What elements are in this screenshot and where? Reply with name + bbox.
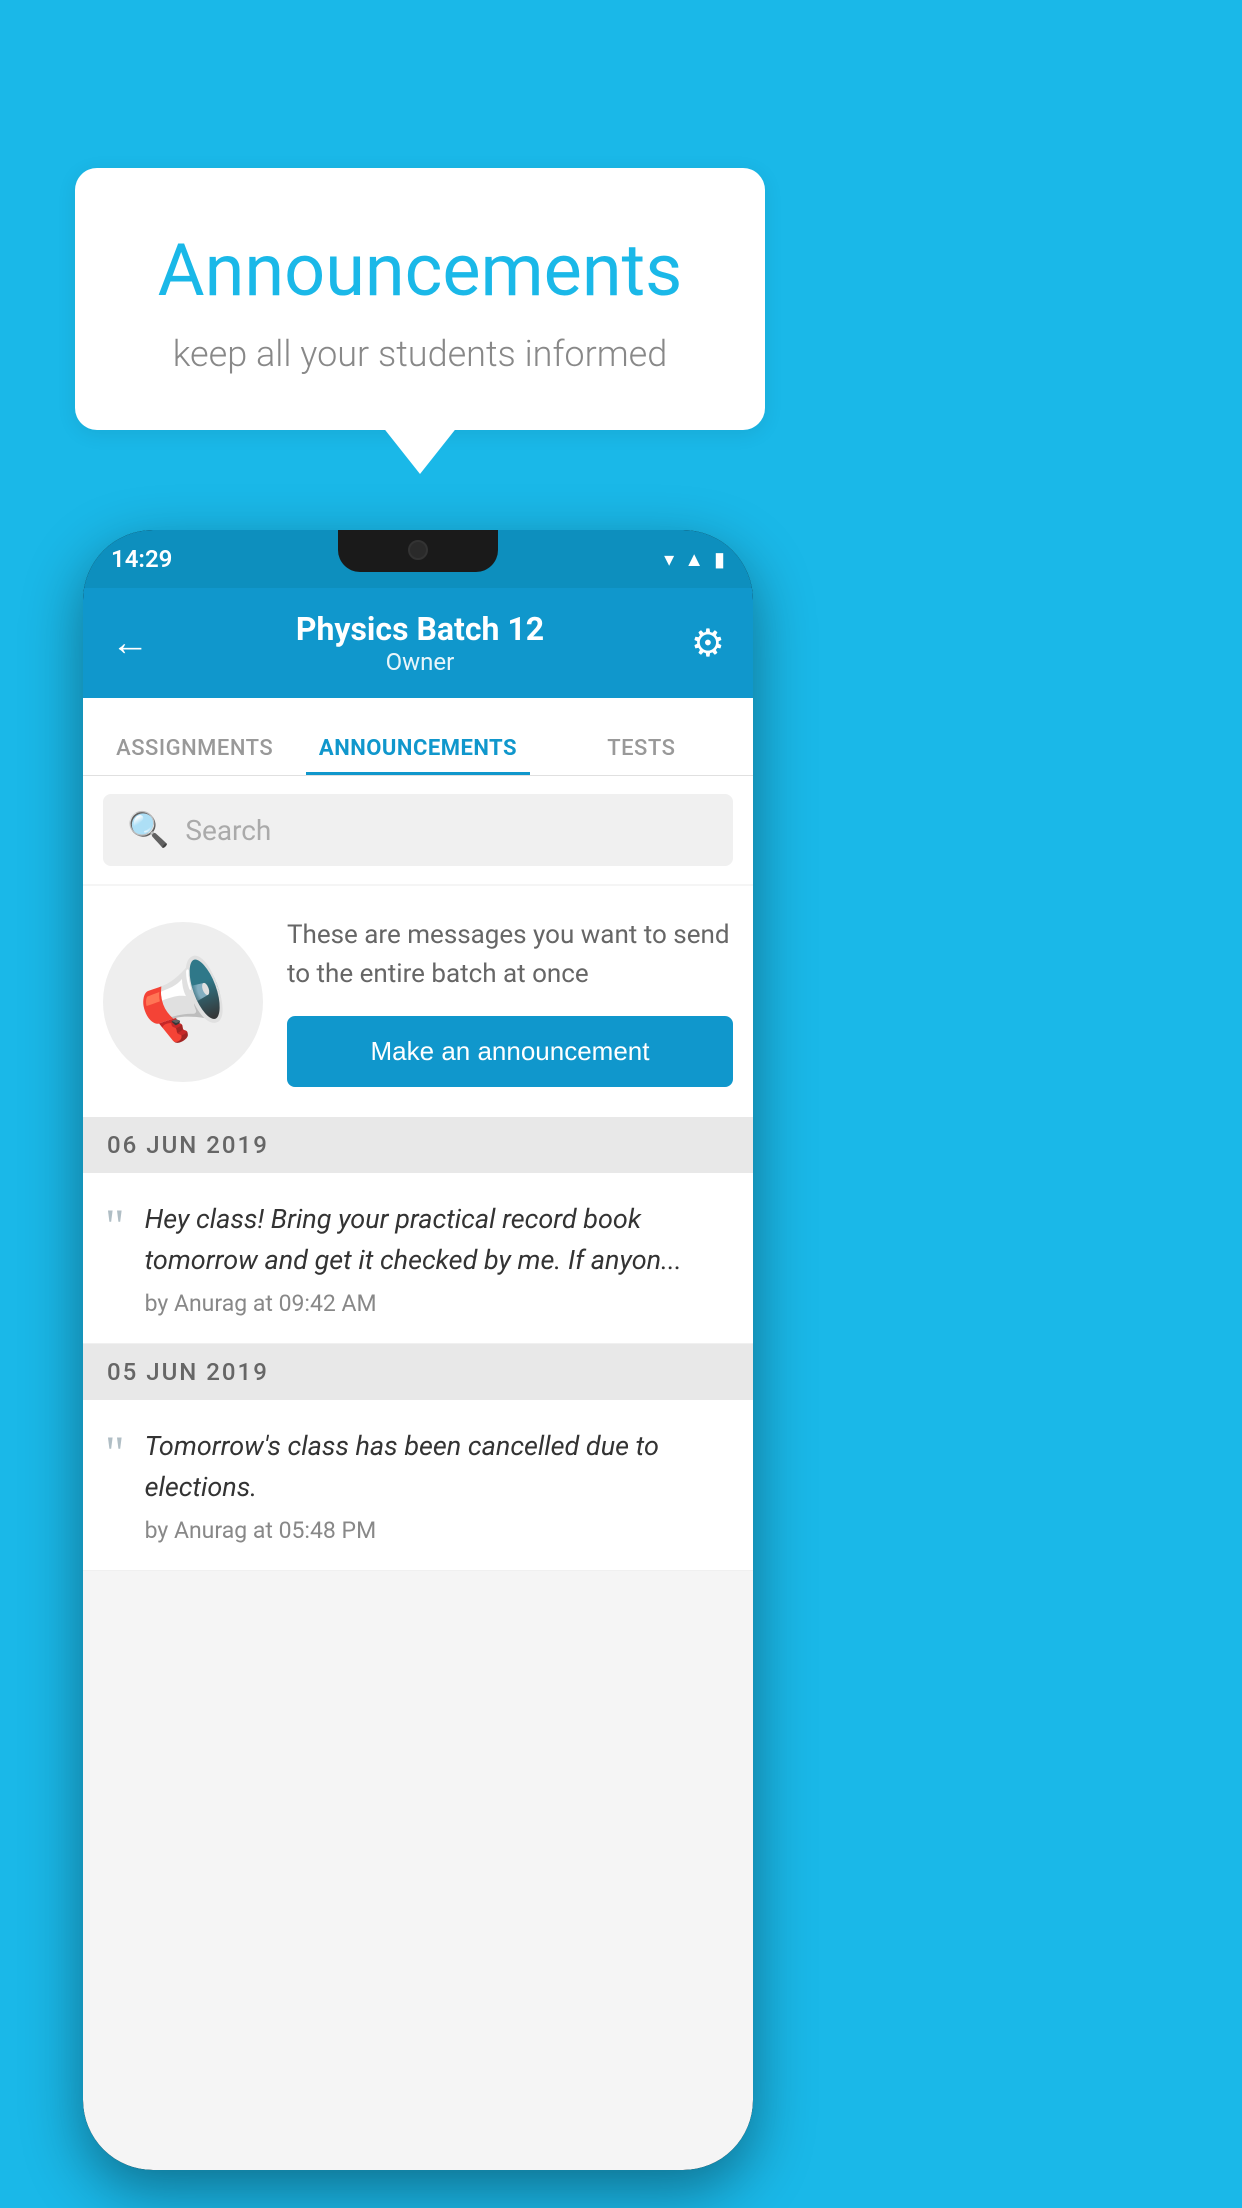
quote-icon-1: " [105, 1203, 125, 1251]
megaphone-circle: 📢 [103, 922, 263, 1082]
signal-icon: ▲ [684, 547, 704, 572]
batch-title: Physics Batch 12 [296, 610, 544, 648]
back-button[interactable]: ← [111, 621, 149, 665]
announcement-content-2: Tomorrow's class has been cancelled due … [145, 1426, 731, 1544]
date-separator-2: 05 JUN 2019 [83, 1344, 753, 1400]
announcement-meta-2: by Anurag at 05:48 PM [145, 1517, 731, 1544]
search-placeholder: Search [185, 814, 271, 847]
announcement-meta-1: by Anurag at 09:42 AM [145, 1290, 731, 1317]
announcement-item-2[interactable]: " Tomorrow's class has been cancelled du… [83, 1400, 753, 1571]
app-bar: ← Physics Batch 12 Owner ⚙ [83, 588, 753, 698]
megaphone-icon: 📢 [128, 948, 238, 1055]
announcement-text-2: Tomorrow's class has been cancelled due … [145, 1426, 731, 1507]
speech-bubble: Announcements keep all your students inf… [75, 168, 765, 430]
date-separator-1: 06 JUN 2019 [83, 1117, 753, 1173]
promo-right: These are messages you want to send to t… [287, 916, 733, 1087]
notch [338, 530, 498, 572]
announcement-content-1: Hey class! Bring your practical record b… [145, 1199, 731, 1317]
wifi-icon: ▾ [664, 547, 674, 571]
screen-content: 🔍 Search 📢 These are messages you want t… [83, 776, 753, 2170]
status-icons: ▾ ▲ ▮ [664, 547, 725, 572]
batch-subtitle: Owner [296, 648, 544, 676]
tab-assignments[interactable]: ASSIGNMENTS [83, 736, 306, 775]
phone-inner: 14:29 ▾ ▲ ▮ ← Physics Batch 12 Owner ⚙ A… [83, 530, 753, 2170]
phone-frame: 14:29 ▾ ▲ ▮ ← Physics Batch 12 Owner ⚙ A… [83, 530, 753, 2170]
search-input[interactable]: 🔍 Search [103, 794, 733, 866]
promo-description: These are messages you want to send to t… [287, 916, 733, 994]
announcement-text-1: Hey class! Bring your practical record b… [145, 1199, 731, 1280]
tab-announcements[interactable]: ANNOUNCEMENTS [306, 736, 529, 775]
camera [408, 540, 428, 560]
tab-tests[interactable]: TESTS [530, 736, 753, 775]
quote-icon-2: " [105, 1430, 125, 1478]
make-announcement-button[interactable]: Make an announcement [287, 1016, 733, 1087]
settings-icon[interactable]: ⚙ [691, 621, 725, 666]
announcement-item-1[interactable]: " Hey class! Bring your practical record… [83, 1173, 753, 1344]
promo-section: 📢 These are messages you want to send to… [83, 886, 753, 1117]
battery-icon: ▮ [714, 547, 725, 571]
speech-bubble-subtitle: keep all your students informed [125, 333, 715, 375]
app-bar-center: Physics Batch 12 Owner [296, 610, 544, 676]
tabs: ASSIGNMENTS ANNOUNCEMENTS TESTS [83, 698, 753, 776]
search-bar-container: 🔍 Search [83, 776, 753, 884]
speech-bubble-title: Announcements [125, 228, 715, 313]
date-label-1: 06 JUN 2019 [107, 1131, 269, 1159]
status-time: 14:29 [111, 545, 172, 573]
date-label-2: 05 JUN 2019 [107, 1358, 269, 1386]
search-icon: 🔍 [127, 810, 169, 850]
